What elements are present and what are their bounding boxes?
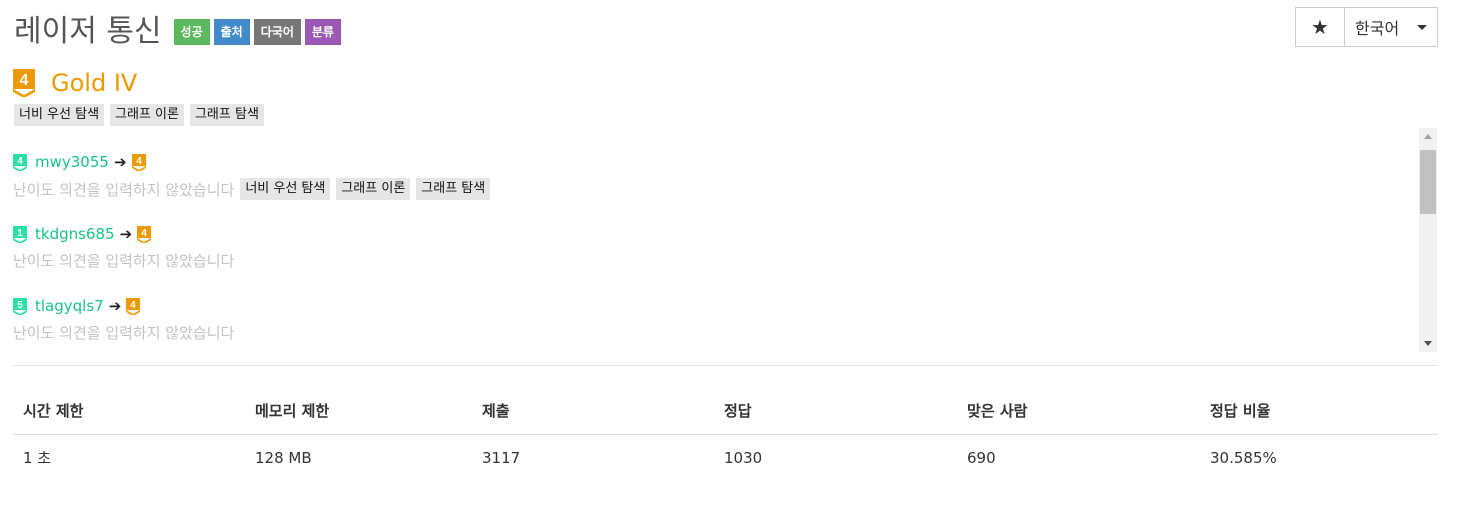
solvers-value: 690 <box>967 448 996 467</box>
table-header-row: 시간 제한 메모리 제한 제출 정답 맞은 사람 정답 비율 <box>13 388 1438 435</box>
time-limit-value: 1 초 <box>23 449 52 467</box>
label-multilang[interactable]: 다국어 <box>253 19 301 45</box>
svg-text:4: 4 <box>20 72 29 89</box>
header-accepted: 정답 <box>714 388 957 435</box>
table-row: 1 초 128 MB 3117 1030 690 30.585% <box>13 435 1438 481</box>
scroll-up-icon[interactable] <box>1424 134 1432 139</box>
svg-text:1: 1 <box>17 228 23 239</box>
problem-header: 레이저 통신 성공 출처 다국어 분류 <box>14 12 341 52</box>
label-source[interactable]: 출처 <box>213 19 250 45</box>
tier-badge-icon: 4 <box>13 153 27 171</box>
label-success[interactable]: 성공 <box>173 19 210 45</box>
arrow-right-icon: ➔ <box>113 153 127 171</box>
tier-badge-icon: 1 <box>13 225 27 243</box>
opinion-text: 난이도 의견을 입력하지 않았습니다 <box>13 252 235 270</box>
arrow-right-icon: ➔ <box>119 225 133 243</box>
svg-text:4: 4 <box>17 156 23 167</box>
submissions-value: 3117 <box>482 448 521 467</box>
language-label: 한국어 <box>1355 19 1400 38</box>
tag-item[interactable]: 그래프 이론 <box>110 104 184 126</box>
tier-name: Gold IV <box>51 69 138 97</box>
opinion-item: 4 mwy3055 ➔ 4 난이도 의견을 입력하지 않았습니다 너비 우선 탐… <box>13 152 496 200</box>
problem-title: 레이저 통신 <box>14 14 162 49</box>
scroll-down-icon[interactable] <box>1424 341 1432 346</box>
opinion-text: 난이도 의견을 입력하지 않았습니다 <box>13 324 235 342</box>
user-link[interactable]: mwy3055 <box>35 153 109 171</box>
star-icon: ★ <box>1311 15 1329 39</box>
tag-item[interactable]: 너비 우선 탐색 <box>14 104 105 126</box>
tag-item[interactable]: 너비 우선 탐색 <box>240 178 331 200</box>
ratio-value: 30.585% <box>1210 448 1277 467</box>
accepted-value: 1030 <box>724 448 763 467</box>
scroll-thumb[interactable] <box>1420 150 1436 214</box>
scrollbar[interactable] <box>1419 128 1437 352</box>
problem-info-table: 시간 제한 메모리 제한 제출 정답 맞은 사람 정답 비율 1 초 128 M… <box>13 388 1438 480</box>
svg-text:4: 4 <box>130 300 136 311</box>
user-link[interactable]: tkdgns685 <box>35 225 115 243</box>
tag-item[interactable]: 그래프 이론 <box>336 178 411 200</box>
tag-item[interactable]: 그래프 탐색 <box>189 104 264 126</box>
opinion-text: 난이도 의견을 입력하지 않았습니다 <box>13 180 235 199</box>
label-category[interactable]: 분류 <box>304 19 341 45</box>
tier-badge-icon: 4 <box>13 69 35 97</box>
memory-limit-value: 128 MB <box>255 448 312 467</box>
difficulty-opinions[interactable]: 4 mwy3055 ➔ 4 난이도 의견을 입력하지 않았습니다 너비 우선 탐… <box>13 128 1437 352</box>
svg-text:4: 4 <box>141 228 147 239</box>
user-link[interactable]: tlagyqls7 <box>35 297 104 315</box>
header-submissions: 제출 <box>472 388 714 435</box>
tag-item[interactable]: 그래프 탐색 <box>416 178 491 200</box>
header-memory-limit: 메모리 제한 <box>245 388 472 435</box>
tier-badge-icon: 4 <box>126 297 141 315</box>
tier-badge-icon: 4 <box>137 225 152 243</box>
opinion-item: 1 tkdgns685 ➔ 4 난이도 의견을 입력하지 않았습니다 <box>13 224 240 271</box>
svg-text:4: 4 <box>136 156 142 167</box>
tier-badge-icon: 4 <box>131 153 146 171</box>
header-solvers: 맞은 사람 <box>957 388 1200 435</box>
language-dropdown[interactable]: 한국어 <box>1345 7 1438 47</box>
tier-badge-icon: 5 <box>13 297 27 315</box>
tier-row: 4 Gold IV <box>13 68 137 98</box>
favorite-button[interactable]: ★ <box>1295 7 1345 47</box>
header-actions: ★ 한국어 <box>1295 7 1438 47</box>
header-ratio: 정답 비율 <box>1200 388 1438 435</box>
divider <box>13 365 1438 366</box>
arrow-right-icon: ➔ <box>108 297 122 315</box>
header-time-limit: 시간 제한 <box>13 388 245 435</box>
tag-list: 너비 우선 탐색 그래프 이론 그래프 탐색 <box>14 104 270 126</box>
caret-down-icon <box>1417 24 1427 30</box>
svg-text:5: 5 <box>17 300 23 311</box>
opinion-item: 5 tlagyqls7 ➔ 4 난이도 의견을 입력하지 않았습니다 <box>13 296 240 343</box>
